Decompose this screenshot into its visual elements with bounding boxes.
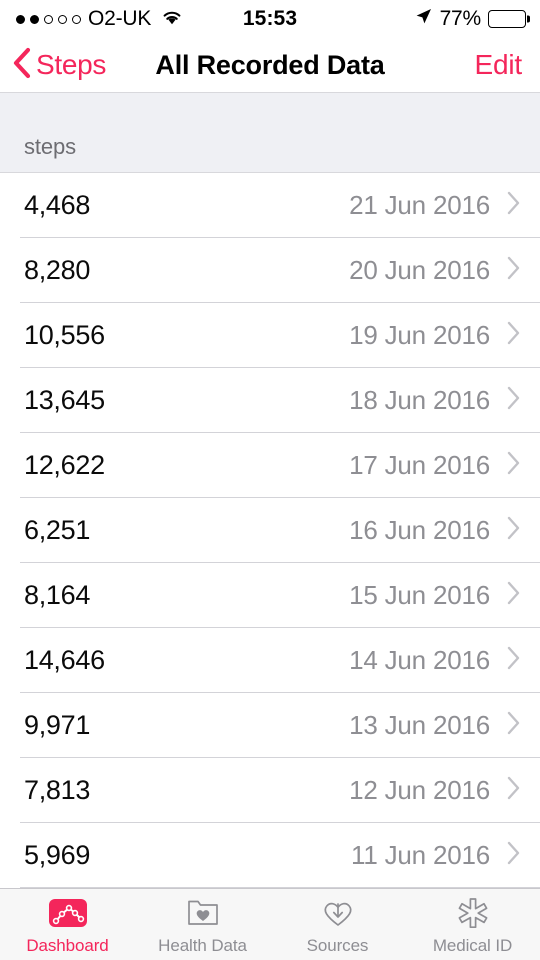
chevron-right-icon	[506, 710, 522, 741]
row-trailing: 13 Jun 2016	[349, 710, 522, 741]
row-date: 13 Jun 2016	[349, 710, 490, 740]
health-app-screen: O2-UK 15:53 77% Steps All Recorded Data …	[0, 0, 540, 960]
navigation-bar: Steps All Recorded Data Edit	[0, 38, 540, 93]
location-arrow-icon	[414, 7, 433, 31]
table-row[interactable]: 4,468 21 Jun 2016	[0, 173, 540, 238]
back-button-label: Steps	[36, 49, 107, 80]
tab-sources-label: Sources	[306, 936, 369, 955]
dashboard-chart-icon	[48, 893, 88, 933]
row-date: 18 Jun 2016	[349, 385, 490, 415]
battery-percentage-label: 77%	[439, 7, 482, 30]
chevron-right-icon	[506, 515, 522, 546]
star-of-life-icon	[453, 893, 493, 933]
section-header: steps	[0, 93, 540, 173]
row-value: 13,645	[24, 385, 105, 415]
table-row[interactable]: 8,280 20 Jun 2016	[0, 238, 540, 303]
row-date: 19 Jun 2016	[349, 320, 490, 350]
heart-download-icon	[318, 893, 358, 933]
table-row[interactable]: 7,813 12 Jun 2016	[0, 758, 540, 823]
table-row[interactable]: 13,645 18 Jun 2016	[0, 368, 540, 433]
table-row[interactable]: 14,646 14 Jun 2016	[0, 628, 540, 693]
signal-strength-icon	[16, 14, 81, 24]
row-date: 16 Jun 2016	[349, 515, 490, 545]
row-trailing: 18 Jun 2016	[349, 385, 522, 416]
chevron-left-icon	[12, 47, 32, 84]
row-date: 21 Jun 2016	[349, 190, 490, 220]
status-bar: O2-UK 15:53 77%	[0, 0, 540, 38]
table-row[interactable]: 9,971 13 Jun 2016	[0, 693, 540, 758]
chevron-right-icon	[506, 255, 522, 286]
row-trailing: 12 Jun 2016	[349, 775, 522, 806]
list-rows: 4,468 21 Jun 2016 8,280 20 Jun 2016 10,556 19…	[0, 173, 540, 888]
row-value: 4,468	[24, 190, 91, 220]
row-trailing: 21 Jun 2016	[349, 190, 522, 221]
row-trailing: 20 Jun 2016	[349, 255, 522, 286]
row-trailing: 17 Jun 2016	[349, 450, 522, 481]
table-row[interactable]: 12,622 17 Jun 2016	[0, 433, 540, 498]
table-row[interactable]: 5,969 11 Jun 2016	[0, 823, 540, 888]
carrier-label: O2-UK	[88, 7, 152, 30]
row-value: 14,646	[24, 645, 105, 675]
table-row[interactable]: 8,164 15 Jun 2016	[0, 563, 540, 628]
chevron-right-icon	[506, 645, 522, 676]
row-value: 6,251	[24, 515, 91, 545]
edit-button[interactable]: Edit	[475, 49, 523, 81]
wifi-icon	[160, 8, 184, 31]
tab-health-data-label: Health Data	[158, 936, 247, 955]
chevron-right-icon	[506, 450, 522, 481]
tab-dashboard[interactable]: Dashboard	[0, 889, 135, 960]
row-date: 15 Jun 2016	[349, 580, 490, 610]
row-value: 12,622	[24, 450, 105, 480]
row-date: 12 Jun 2016	[349, 775, 490, 805]
row-value: 9,971	[24, 710, 91, 740]
table-row[interactable]: 6,251 16 Jun 2016	[0, 498, 540, 563]
row-trailing: 19 Jun 2016	[349, 320, 522, 351]
row-value: 8,280	[24, 255, 91, 285]
folder-heart-icon	[183, 893, 223, 933]
tab-medical-id-label: Medical ID	[432, 936, 513, 955]
tab-health-data[interactable]: Health Data	[135, 889, 270, 960]
row-value: 7,813	[24, 775, 91, 805]
row-value: 8,164	[24, 580, 91, 610]
row-date: 11 Jun 2016	[351, 840, 490, 870]
tab-sources[interactable]: Sources	[270, 889, 405, 960]
status-bar-left: O2-UK	[16, 7, 184, 31]
row-trailing: 15 Jun 2016	[349, 580, 522, 611]
table-row[interactable]: 10,556 19 Jun 2016	[0, 303, 540, 368]
tab-dashboard-label: Dashboard	[26, 936, 109, 955]
row-value: 10,556	[24, 320, 105, 350]
chevron-right-icon	[506, 775, 522, 806]
battery-icon	[488, 10, 526, 28]
chevron-right-icon	[506, 580, 522, 611]
section-header-label: steps	[24, 134, 77, 159]
row-trailing: 16 Jun 2016	[349, 515, 522, 546]
chevron-right-icon	[506, 190, 522, 221]
chevron-right-icon	[506, 840, 522, 871]
row-date: 17 Jun 2016	[349, 450, 490, 480]
chevron-right-icon	[506, 385, 522, 416]
status-bar-right: 77%	[414, 7, 526, 31]
back-button[interactable]: Steps	[12, 47, 106, 84]
row-date: 14 Jun 2016	[349, 645, 490, 675]
row-trailing: 14 Jun 2016	[349, 645, 522, 676]
row-trailing: 11 Jun 2016	[351, 840, 522, 871]
chevron-right-icon	[506, 320, 522, 351]
row-value: 5,969	[24, 840, 91, 870]
row-date: 20 Jun 2016	[349, 255, 490, 285]
tab-bar: Dashboard Health Data Sources Medical ID	[0, 888, 540, 960]
tab-medical-id[interactable]: Medical ID	[405, 889, 540, 960]
recorded-data-list[interactable]: steps 4,468 21 Jun 2016 8,280 20 Jun 2016 10…	[0, 93, 540, 888]
